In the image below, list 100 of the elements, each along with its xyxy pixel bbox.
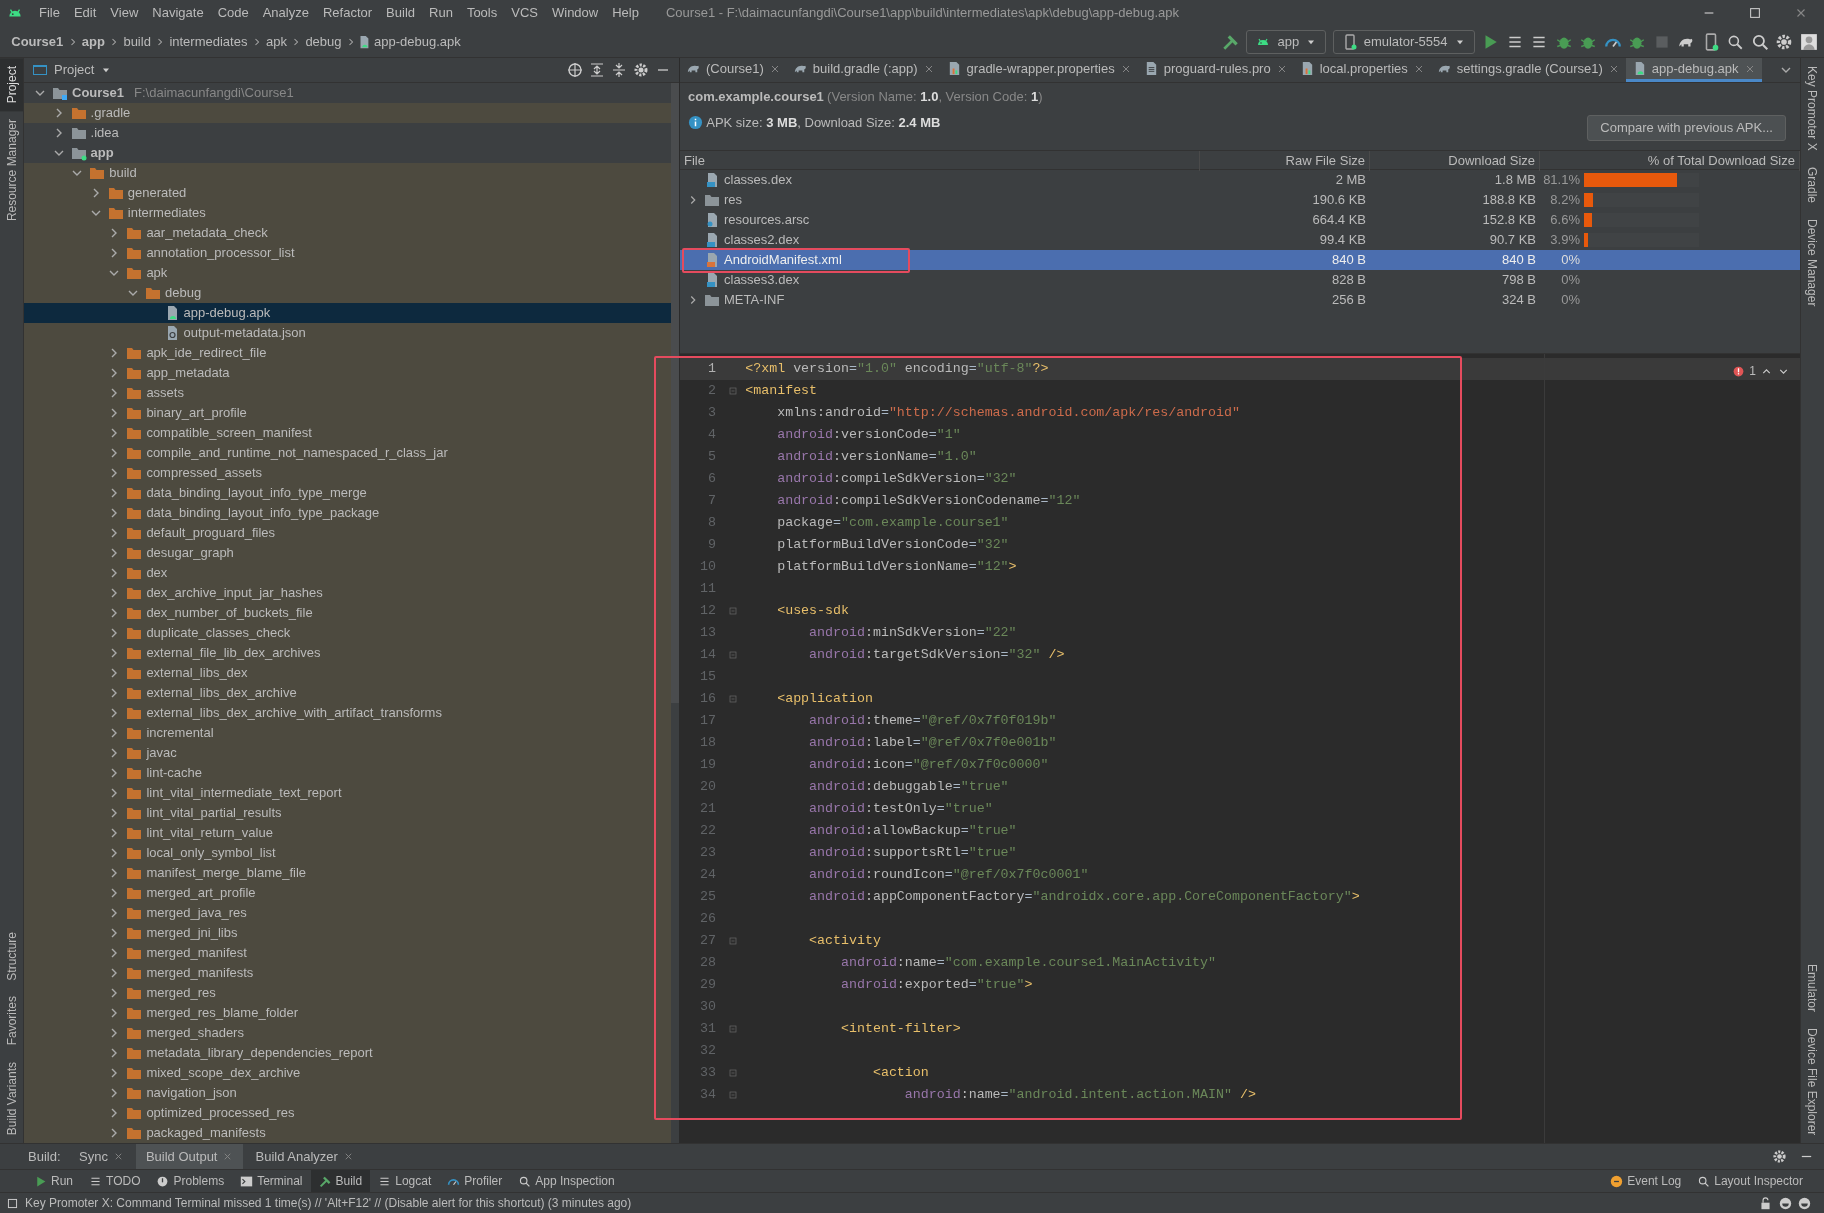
tree-item[interactable]: local_only_symbol_list [24,843,671,863]
menu-item[interactable]: Help [605,3,646,23]
table-row[interactable]: res 190.6 KB 188.8 KB 8.2% [680,190,1800,210]
menu-item[interactable]: Run [422,3,460,23]
tool-window-tab[interactable]: Gradle [1801,158,1824,211]
build-tab[interactable]: Sync [69,1143,134,1170]
tree-item[interactable]: merged_art_profile [24,883,671,903]
tree-item[interactable]: navigation_json [24,1083,671,1103]
tool-window-button[interactable]: App Inspection [510,1170,623,1192]
breadcrumb-item[interactable]: intermediates [166,31,251,52]
tool-window-tab[interactable]: Emulator [1801,955,1824,1020]
tree-item[interactable]: data_binding_layout_info_type_package [24,503,671,523]
tree-item[interactable]: duplicate_classes_check [24,623,671,643]
tree-item[interactable]: manifest_merge_blame_file [24,863,671,883]
table-row[interactable]: classes.dex 2 MB 1.8 MB 81.1% [680,170,1800,190]
tree-item[interactable]: app [24,143,671,163]
tree-item[interactable]: merged_manifest [24,943,671,963]
tool-window-tab[interactable]: Project [0,58,23,112]
tree-item[interactable]: dex_archive_input_jar_hashes [24,583,671,603]
menu-item[interactable]: Refactor [315,3,380,23]
table-row[interactable]: resources.arsc 664.4 KB 152.8 KB 6.6% [680,210,1800,230]
tree-item[interactable]: merged_java_res [24,903,671,923]
tool-window-tab[interactable]: Device File Explorer [1801,1019,1824,1143]
breadcrumb-item[interactable]: apk [262,31,291,52]
tree-item[interactable]: merged_shaders [24,1023,671,1043]
menu-item[interactable]: Edit [66,3,104,23]
editor-tab[interactable]: local.properties [1293,58,1431,82]
editor-tab[interactable]: (Course1) [680,58,787,82]
editor-tab[interactable]: build.gradle (:app) [786,58,941,82]
tree-item[interactable]: aar_metadata_check [24,223,671,243]
menu-item[interactable]: Navigate [145,3,211,23]
menu-item[interactable]: Window [544,3,606,23]
build-tab[interactable]: Build Output [135,1143,244,1170]
tree-item[interactable]: merged_res [24,983,671,1003]
column-header[interactable]: File [680,151,1200,171]
table-row[interactable]: AndroidManifest.xml 840 B 840 B 0% [680,250,1800,270]
tool-window-button[interactable]: Profiler [439,1170,511,1192]
tree-item[interactable]: default_proguard_files [24,523,671,543]
tree-item[interactable]: compile_and_runtime_not_namespaced_r_class_jar [24,443,671,463]
menu-item[interactable]: Tools [459,3,505,23]
tree-item[interactable]: annotation_processor_list [24,243,671,263]
run-config-dropdown[interactable]: app [1246,29,1327,54]
breadcrumb-item[interactable]: Course1 [8,31,67,52]
compare-button[interactable]: Compare with previous APK... [1587,115,1786,141]
tree-item[interactable]: lint_vital_intermediate_text_report [24,783,671,803]
tree-item[interactable]: compatible_screen_manifest [24,423,671,443]
tree-item[interactable]: data_binding_layout_info_type_merge [24,483,671,503]
tree-item[interactable]: lint-cache [24,763,671,783]
menu-item[interactable]: VCS [504,3,545,23]
tool-window-button[interactable]: Event Log [1602,1170,1690,1192]
tool-window-tab[interactable]: Key Promoter X [1801,58,1824,159]
tool-window-tab[interactable]: Structure [0,923,23,989]
tree-item[interactable]: intermediates [24,203,671,223]
menu-item[interactable]: View [103,3,146,23]
menu-item[interactable]: Build [379,3,422,23]
tree-item[interactable]: Course1 F:\daimacunfangdi\Course1 [24,83,671,103]
device-dropdown[interactable]: emulator-5554 [1332,29,1475,54]
tree-item[interactable]: app_metadata [24,363,671,383]
tree-item[interactable]: generated [24,183,671,203]
menu-item[interactable]: File [32,3,67,23]
column-header[interactable]: Raw File Size [1200,151,1370,171]
editor-tab[interactable]: gradle-wrapper.properties [940,58,1138,82]
tree-item[interactable]: merged_jni_libs [24,923,671,943]
breadcrumb-item[interactable]: app [78,31,109,52]
tree-item[interactable]: build [24,163,671,183]
editor-tab[interactable]: settings.gradle (Course1) [1430,58,1626,82]
tree-item[interactable]: merged_manifests [24,963,671,983]
tree-item[interactable]: dex [24,563,671,583]
tree-item[interactable]: .idea [24,123,671,143]
tree-item[interactable]: metadata_library_dependencies_report [24,1043,671,1063]
tree-item[interactable]: .gradle [24,103,671,123]
panel-title-dropdown[interactable]: Project [54,60,95,80]
editor-tab[interactable]: proguard-rules.pro [1137,58,1294,82]
tree-item[interactable]: optimized_processed_res [24,1103,671,1123]
tool-window-button[interactable]: Build [310,1170,371,1192]
tree-item[interactable]: output-metadata.json [24,323,671,343]
tree-item[interactable]: apk [24,263,671,283]
tree-item[interactable]: debug [24,283,671,303]
tree-item[interactable]: external_libs_dex_archive [24,683,671,703]
tree-item[interactable]: external_file_lib_dex_archives [24,643,671,663]
tool-window-tab[interactable]: Favorites [0,988,23,1054]
tree-item[interactable]: incremental [24,723,671,743]
editor-tab[interactable]: app-debug.apk [1625,58,1762,82]
tree-item[interactable]: mixed_scope_dex_archive [24,1063,671,1083]
tree-item[interactable]: dex_number_of_buckets_file [24,603,671,623]
tree-item[interactable]: compressed_assets [24,463,671,483]
tool-window-tab[interactable]: Build Variants [0,1053,23,1143]
tree-item[interactable]: app-debug.apk [24,303,671,323]
problem-count[interactable]: 1 [1749,362,1756,380]
tree-item[interactable]: apk_ide_redirect_file [24,343,671,363]
menu-item[interactable]: Analyze [255,3,316,23]
tool-window-tab[interactable]: Resource Manager [0,111,23,230]
tree-item[interactable]: desugar_graph [24,543,671,563]
tool-window-tab[interactable]: Device Manager [1801,210,1824,315]
breadcrumb-item[interactable]: app-debug.apk [370,31,465,52]
tree-item[interactable]: javac [24,743,671,763]
menu-item[interactable]: Code [210,3,256,23]
breadcrumb-item[interactable]: debug [302,31,345,52]
tree-item[interactable]: lint_vital_partial_results [24,803,671,823]
build-tab[interactable]: Build Analyzer [245,1143,364,1170]
